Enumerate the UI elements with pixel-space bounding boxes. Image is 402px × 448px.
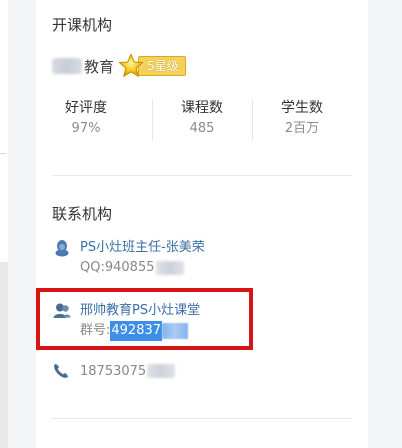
stat-courses: 课程数 485 xyxy=(152,98,252,140)
left-page-strip xyxy=(0,0,8,448)
left-strip-divider xyxy=(0,153,6,154)
contact-qq[interactable]: PS小灶班主任-张美荣 QQ: 940855 xyxy=(52,238,205,278)
org-name-redacted xyxy=(52,58,82,74)
qq-number: 940855 xyxy=(104,260,155,275)
stat-label: 学生数 xyxy=(281,100,323,116)
left-strip-block xyxy=(0,262,8,448)
qq-contact-icon xyxy=(55,240,69,257)
section-divider xyxy=(52,175,352,176)
level-tag-text: 5星级 xyxy=(138,56,186,76)
stat-label: 课程数 xyxy=(181,100,223,116)
stat-label: 好评度 xyxy=(65,100,107,116)
qq-label: QQ: xyxy=(80,260,105,275)
contact-name[interactable]: PS小灶班主任-张美荣 xyxy=(80,238,205,258)
qq-number-redacted xyxy=(155,261,184,275)
contact-phone[interactable]: 18753075 xyxy=(52,362,176,380)
phone-number-redacted xyxy=(147,364,176,378)
stat-value: 97% xyxy=(71,121,101,136)
stat-value: 2百万 xyxy=(284,121,320,136)
star-icon xyxy=(118,53,144,78)
contact-section-title: 联系机构 xyxy=(52,205,113,223)
institution-section-title: 开课机构 xyxy=(52,16,113,34)
level-badge: 5星级 xyxy=(118,53,186,79)
red-highlight-box xyxy=(36,288,253,350)
contact-qq-number: QQ: 940855 xyxy=(80,258,205,278)
stat-value: 485 xyxy=(189,121,215,136)
stat-rating: 好评度 97% xyxy=(36,98,136,140)
stats-row: 好评度 97% 课程数 485 学生数 2百万 xyxy=(36,98,336,142)
phone-icon xyxy=(54,363,69,378)
org-row[interactable]: 教育 5星级 xyxy=(52,53,186,79)
institution-panel: 开课机构 教育 5星级 好评度 97% 课程数 485 学生数 2百万 联系机构… xyxy=(36,0,368,448)
org-name[interactable]: 教育 xyxy=(84,56,114,77)
phone-number[interactable]: 18753075 xyxy=(80,364,146,379)
stat-students: 学生数 2百万 xyxy=(252,98,352,140)
section-divider xyxy=(52,418,352,419)
